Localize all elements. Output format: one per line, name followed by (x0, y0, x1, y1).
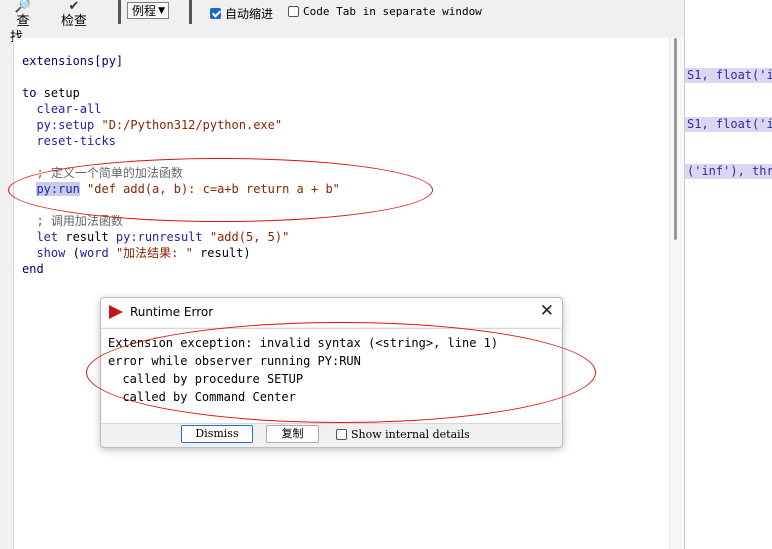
code-token: "加法结果: " (108, 246, 193, 260)
dialog-title: Runtime Error (130, 305, 214, 319)
error-message-line: called by procedure SETUP (108, 372, 304, 386)
code-token: ( (65, 246, 80, 260)
code-token: "def add(a, b): c=a+b return a + b" (79, 182, 340, 196)
output-line: S1, float('in (685, 68, 772, 83)
copy-button[interactable]: 复制 (266, 425, 319, 443)
dismiss-button[interactable]: Dismiss (181, 425, 253, 443)
code-token: to (22, 86, 37, 100)
right-output-panel: S1, float('in S1, float('in ('inf'), thr… (684, 0, 772, 549)
code-line[interactable]: ; 调用加法函数 (22, 213, 340, 229)
error-flag-icon (109, 305, 123, 319)
code-line[interactable] (22, 149, 340, 165)
code-token: "D:/Python312/python.exe" (94, 118, 283, 132)
error-message-line: called by Command Center (108, 390, 296, 404)
checkbox-icon[interactable] (210, 8, 221, 19)
code-line[interactable]: to setup (22, 85, 340, 101)
code-token: clear-all (22, 102, 102, 116)
error-message-line: Extension exception: invalid syntax (<st… (108, 336, 499, 350)
code-token: py:run (36, 182, 80, 196)
code-token: extensions[py] (22, 54, 124, 68)
code-token: show (22, 246, 66, 260)
toolbar-separator (189, 0, 192, 24)
code-token: ; 定义一个简单的加法函数 (22, 166, 183, 180)
code-token: reset-ticks (22, 134, 116, 148)
error-message-area: Extension exception: invalid syntax (<st… (102, 328, 561, 424)
error-message: Extension exception: invalid syntax (<st… (108, 334, 498, 406)
code-token: end (22, 262, 44, 276)
show-details-checkbox[interactable]: Show internal details (336, 428, 470, 441)
code-line[interactable]: let result py:runresult "add(5, 5)" (22, 229, 340, 245)
code-token: ; 调用加法函数 (22, 214, 123, 228)
output-line: S1, float('in (685, 117, 772, 132)
checkbox-icon[interactable] (288, 6, 299, 17)
code-token: py:runresult (115, 230, 203, 244)
code-token: setup (36, 86, 80, 100)
examples-dropdown[interactable]: 例程 ▼ (127, 2, 169, 19)
magnifier-icon: 🔎 (14, 0, 32, 14)
code-line[interactable]: show (word "加法结果: " result) (22, 245, 340, 261)
dropdown-arrow-icon: ▼ (158, 6, 165, 16)
output-line: ('inf'), thre (685, 164, 772, 179)
code-token: let (22, 230, 59, 244)
code-token: py:setup (22, 118, 95, 132)
code-line[interactable]: extensions[py] (22, 53, 340, 69)
close-icon[interactable]: ✕ (540, 301, 554, 321)
code-token: word (79, 246, 109, 260)
auto-indent-checkbox[interactable]: 自动缩进 (210, 5, 273, 22)
code-line[interactable]: py:run "def add(a, b): c=a+b return a + … (22, 181, 340, 197)
error-message-line: error while observer running PY:RUN (108, 354, 361, 368)
checkbox-icon[interactable] (336, 429, 347, 440)
code-token: "add(5, 5)" (202, 230, 290, 244)
runtime-error-dialog: Runtime Error ✕ Extension exception: inv… (100, 297, 563, 448)
code-line[interactable]: py:setup "D:/Python312/python.exe" (22, 117, 340, 133)
checkmark-icon: ✔ (68, 0, 80, 14)
dialog-title-bar: Runtime Error ✕ (101, 298, 562, 327)
code-line[interactable]: reset-ticks (22, 133, 340, 149)
code-line[interactable]: ; 定义一个简单的加法函数 (22, 165, 340, 181)
code-token: result) (192, 246, 251, 260)
code-line[interactable]: end (22, 261, 340, 277)
code-line[interactable] (22, 197, 340, 213)
code-text[interactable]: extensions[py] to setup clear-all py:setu… (22, 53, 340, 277)
toolbar-separator (118, 0, 121, 24)
check-button[interactable]: ✔ 检查 (58, 0, 90, 30)
code-tab-checkbox[interactable]: Code Tab in separate window (288, 5, 482, 18)
scrollbar-thumb[interactable] (674, 38, 677, 240)
code-line[interactable] (22, 69, 340, 85)
code-line[interactable]: clear-all (22, 101, 340, 117)
code-token: result (58, 230, 116, 244)
editor-scrollbar[interactable] (669, 38, 685, 549)
toolbar: 🔎 查找… ✔ 检查 例程 ▼ 自动缩进 Code Tab in separat… (0, 0, 684, 45)
